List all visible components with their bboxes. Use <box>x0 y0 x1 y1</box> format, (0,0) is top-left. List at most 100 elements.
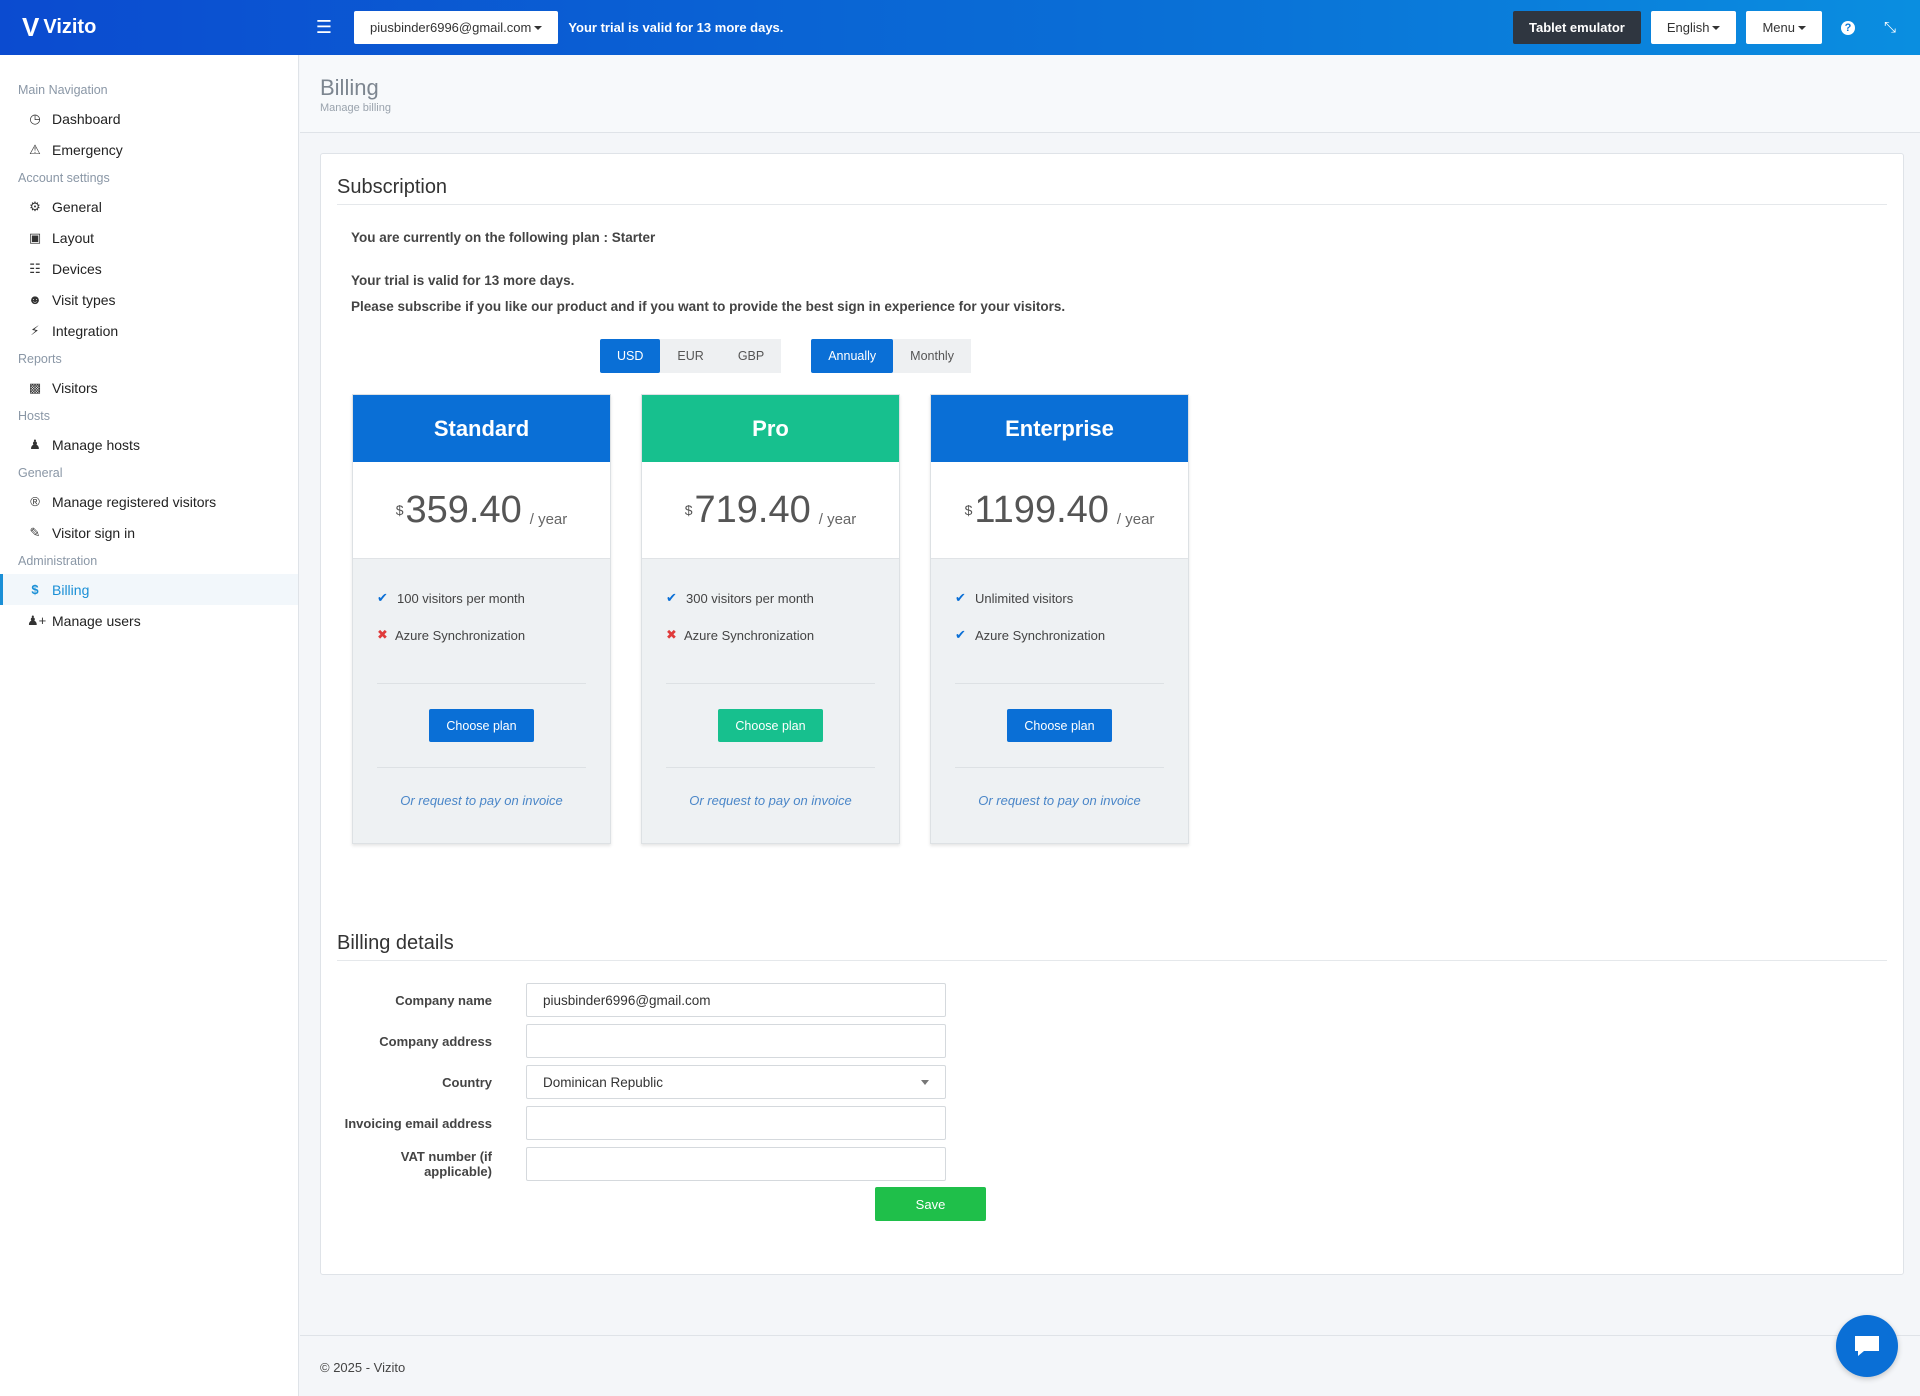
fullscreen-icon[interactable]: ⤡ <box>1874 11 1906 44</box>
sidebar-item-visitor-sign-in[interactable]: ✎ Visitor sign in <box>0 517 298 548</box>
subscribe-line: Please subscribe if you like our product… <box>351 299 1066 314</box>
sidebar-item-label: Manage hosts <box>52 436 140 453</box>
sidebar-item-devices[interactable]: ☷ Devices <box>0 253 298 284</box>
logo[interactable]: V Vizito <box>0 0 300 55</box>
sidebar-item-layout[interactable]: ▣ Layout <box>0 222 298 253</box>
person-icon: ♟ <box>29 436 41 452</box>
image-icon: ▣ <box>28 229 42 245</box>
currency-gbp-button[interactable]: GBP <box>720 339 782 373</box>
price-amount: 1199.40 <box>974 488 1109 531</box>
caret-down-icon <box>921 1079 929 1085</box>
currency-symbol: $ <box>395 502 404 518</box>
currency-usd-button[interactable]: USD <box>600 339 661 373</box>
sitemap-icon: ☷ <box>29 260 41 276</box>
account-dropdown[interactable]: piusbinder6996@gmail.com <box>354 11 559 44</box>
choose-plan-button[interactable]: Choose plan <box>429 709 534 742</box>
top-bar: V Vizito ☰ piusbinder6996@gmail.com Your… <box>0 0 1920 55</box>
sidebar-item-label: Layout <box>52 229 95 246</box>
plug-icon: ⚡ <box>30 322 40 338</box>
country-value: Dominican Republic <box>543 1074 664 1090</box>
tablet-emulator-button[interactable]: Tablet emulator <box>1512 11 1641 44</box>
pay-on-invoice-link[interactable]: Or request to pay on invoice <box>642 793 899 808</box>
company-name-label: Company name <box>395 992 492 1008</box>
company-address-label: Company address <box>379 1033 492 1049</box>
cross-icon: ✖ <box>377 627 388 642</box>
price-period: / year <box>818 510 857 528</box>
vat-number-input[interactable] <box>526 1147 946 1181</box>
sidebar-item-label: Manage users <box>52 612 141 629</box>
feature-item: ✔ Azure Synchronization <box>955 626 1164 644</box>
sidebar-item-label: Emergency <box>52 141 123 158</box>
sidebar-section-reports: Reports <box>18 352 62 366</box>
plan-toggles: USD EUR GBP Annually Monthly <box>600 339 971 373</box>
feature-text: Azure Synchronization <box>395 627 526 643</box>
invoicing-email-input[interactable] <box>526 1106 946 1140</box>
feature-item: ✔ 100 visitors per month <box>377 589 586 607</box>
form-row: Company address <box>337 1024 946 1058</box>
save-button[interactable]: Save <box>875 1187 986 1221</box>
pay-on-invoice-link[interactable]: Or request to pay on invoice <box>931 793 1188 808</box>
help-button[interactable]: ? <box>1832 11 1864 44</box>
plan-card-pro: Pro $ 719.40 / year ✔ 300 visitors per mo… <box>641 394 900 844</box>
feature-text: 300 visitors per month <box>686 590 814 606</box>
invoicing-email-label: Invoicing email address <box>344 1115 492 1131</box>
sidebar-item-integration[interactable]: ⚡ Integration <box>0 315 298 346</box>
country-select[interactable]: Dominican Republic <box>526 1065 946 1099</box>
company-name-input[interactable]: piusbinder6996@gmail.com <box>526 983 946 1017</box>
sidebar-item-general[interactable]: ⚙ General <box>0 191 298 222</box>
language-label: English <box>1666 20 1710 35</box>
page-subtitle: Manage billing <box>320 102 391 114</box>
sidebar-item-label: Dashboard <box>52 110 121 127</box>
plan-button-area: Choose plan <box>666 684 875 768</box>
pay-on-invoice-link[interactable]: Or request to pay on invoice <box>353 793 610 808</box>
feature-item: ✖ Azure Synchronization <box>666 626 875 644</box>
language-dropdown[interactable]: English <box>1650 11 1737 44</box>
choose-plan-button[interactable]: Choose plan <box>1007 709 1112 742</box>
sidebar-item-dashboard[interactable]: ◷ Dashboard <box>0 103 298 134</box>
current-plan-text: You are currently on the following plan … <box>351 230 656 245</box>
sidebar-item-emergency[interactable]: ⚠ Emergency <box>0 134 298 165</box>
caret-down-icon <box>1712 25 1721 30</box>
choose-plan-button[interactable]: Choose plan <box>718 709 823 742</box>
plan-price: $ 1199.40 / year <box>931 462 1188 559</box>
menu-dropdown[interactable]: Menu <box>1746 11 1822 44</box>
sidebar-section-account-settings: Account settings <box>18 171 110 185</box>
vizito-logo-icon: V <box>22 12 39 42</box>
billing-form: Company name piusbinder6996@gmail.com Co… <box>337 983 986 1221</box>
billing-details-title: Billing details <box>337 932 1887 961</box>
check-icon: ✔ <box>955 627 966 642</box>
plan-name: Pro <box>642 395 899 462</box>
plan-price: $ 359.40 / year <box>353 462 610 559</box>
feature-text: Azure Synchronization <box>975 627 1106 643</box>
subscription-title: Subscription <box>337 176 1887 205</box>
period-monthly-button[interactable]: Monthly <box>893 339 971 373</box>
sidebar-item-manage-users[interactable]: ♟+ Manage users <box>0 605 298 636</box>
currency-eur-button[interactable]: EUR <box>660 339 721 373</box>
sidebar-item-manage-registered-visitors[interactable]: ® Manage registered visitors <box>0 486 298 517</box>
sidebar-item-visit-types[interactable]: ☻ Visit types <box>0 284 298 315</box>
plan-button-area: Choose plan <box>377 684 586 768</box>
sidebar-item-visitors[interactable]: ▩ Visitors <box>0 372 298 403</box>
hamburger-menu-icon[interactable]: ☰ <box>314 17 334 38</box>
plan-card-enterprise: Enterprise $ 1199.40 / year ✔ Unlimited v… <box>930 394 1189 844</box>
feature-list: ✔ 300 visitors per month ✖ Azure Synchroni… <box>666 559 875 684</box>
sidebar: Main Navigation ◷ Dashboard ⚠ Emergency … <box>0 55 299 1396</box>
vat-number-label: VAT number (if applicable) <box>400 1149 492 1179</box>
trial-banner: Your trial is valid for 13 more days. <box>568 20 784 35</box>
period-annually-button[interactable]: Annually <box>811 339 894 373</box>
sidebar-section-administration: Administration <box>18 554 98 568</box>
dollar-icon: $ <box>31 582 39 597</box>
trial-line: Your trial is valid for 13 more days. <box>351 273 575 288</box>
chat-button[interactable] <box>1836 1315 1898 1377</box>
warning-icon: ⚠ <box>29 141 41 157</box>
company-address-input[interactable] <box>526 1024 946 1058</box>
feature-list: ✔ 100 visitors per month ✖ Azure Synchroni… <box>377 559 586 684</box>
sidebar-item-manage-hosts[interactable]: ♟ Manage hosts <box>0 429 298 460</box>
book-icon: ▩ <box>28 379 42 395</box>
plan-button-area: Choose plan <box>955 684 1164 768</box>
sidebar-item-label: Manage registered visitors <box>52 493 217 510</box>
sidebar-item-billing[interactable]: $ Billing <box>0 574 298 605</box>
help-icon: ? <box>1841 20 1855 35</box>
dashboard-icon: ◷ <box>29 110 41 126</box>
currency-symbol: $ <box>684 502 693 518</box>
